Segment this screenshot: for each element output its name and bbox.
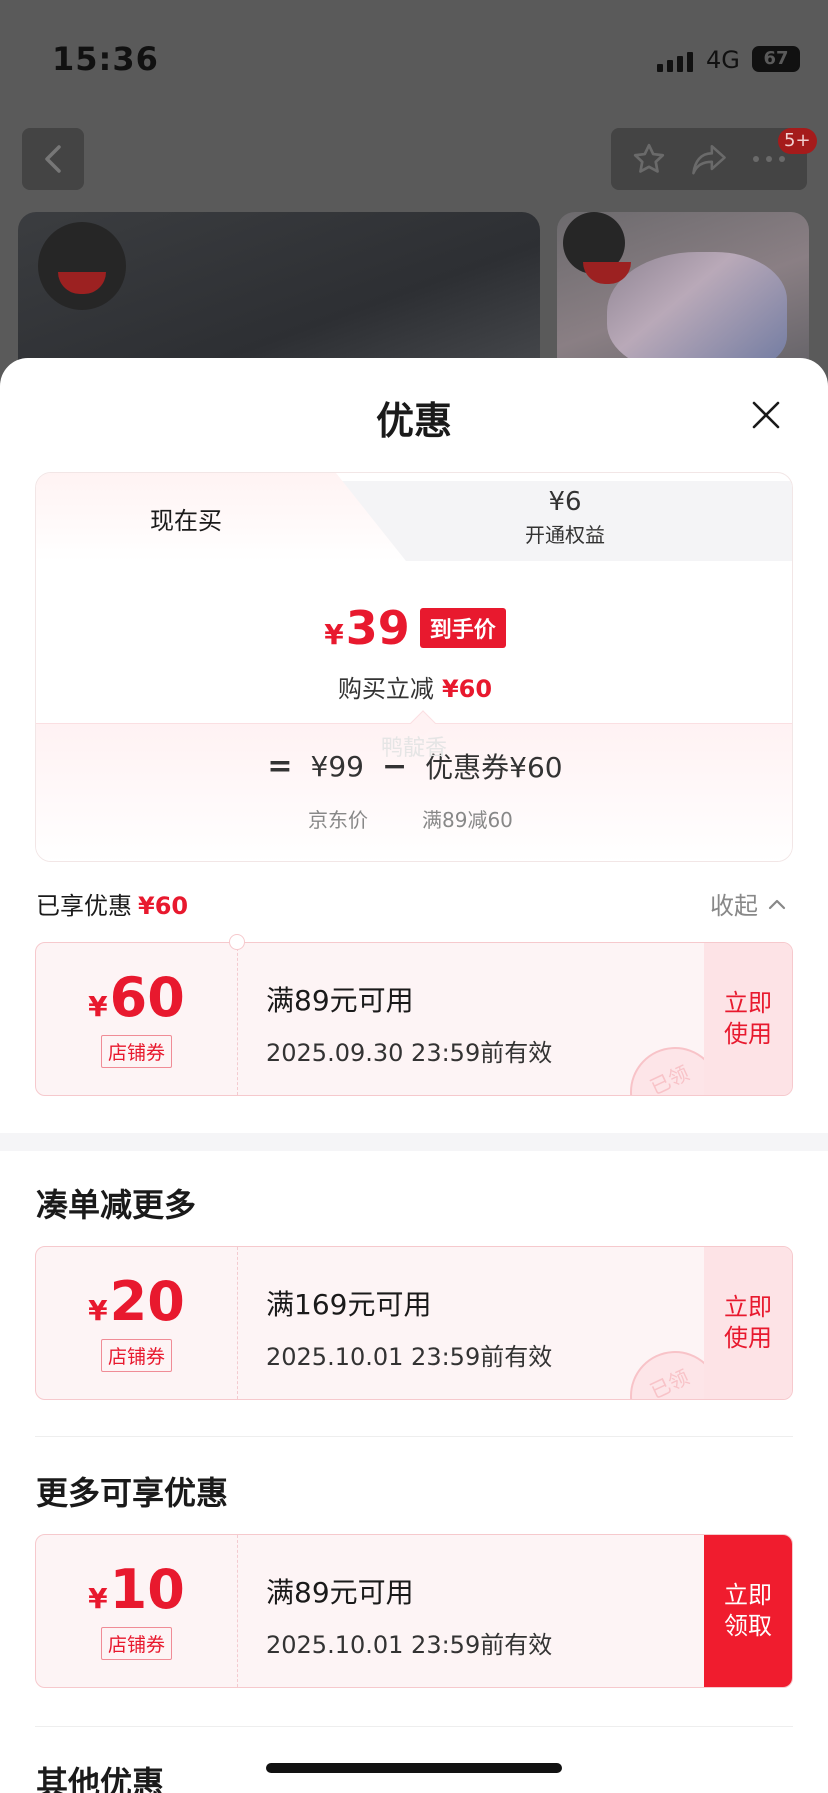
enjoyed-discount: 已享优惠 ¥60 (36, 892, 189, 920)
chevron-up-icon (768, 899, 786, 909)
use-now-button[interactable]: 立即 使用 (704, 943, 792, 1095)
home-indicator[interactable] (266, 1763, 562, 1773)
section-title-more-order: 凑单减更多 (36, 1186, 197, 1224)
battery-icon: 67 (752, 46, 800, 72)
claim-now-button[interactable]: 立即 领取 (704, 1535, 792, 1687)
final-price-value: ¥39 (324, 601, 410, 655)
section-title-other: 其他优惠 (36, 1764, 165, 1793)
coupon-expiry: 2025.10.01 23:59前有效 (266, 1343, 553, 1371)
collapse-button[interactable]: 收起 (710, 886, 786, 921)
tab-buy-now-label: 现在买 (150, 507, 222, 535)
signal-icon (657, 50, 693, 72)
tab-membership-label: 开通权益 (525, 523, 605, 547)
shoe-image (607, 252, 787, 372)
status-bar: 15:36 4G 67 (0, 0, 828, 110)
coupon-condition: 满169元可用 (266, 1288, 432, 1321)
jd-price-label: 京东价 (308, 808, 368, 832)
coupon-type-badge: 店铺券 (100, 1626, 172, 1660)
close-icon (752, 401, 780, 429)
close-button[interactable] (745, 394, 787, 436)
tab-membership-price: ¥6 (548, 487, 582, 517)
section-divider (0, 1133, 828, 1151)
final-price-tag: 到手价 (419, 608, 506, 648)
sheet-title: 优惠 (375, 399, 452, 443)
coupon-amount: ¥60 (88, 965, 185, 1029)
price-card: ¥6 开通权益 现在买 ¥39 到手价 购买立减 ¥60 = ¥99 − 优惠券¥… (35, 472, 793, 862)
share-icon[interactable] (685, 135, 733, 183)
discount-sheet: 优惠 ¥6 开通权益 现在买 ¥39 到手价 购买立减 ¥60 = ¥99 − 优… (0, 358, 828, 1793)
brand-logo (38, 222, 126, 310)
instant-discount: 购买立减 ¥60 (337, 675, 493, 703)
coupon-card: ¥60 店铺券 满89元可用 2025.09.30 23:59前有效 已领 立即… (35, 942, 793, 1096)
coupon-amount: ¥20 (88, 1269, 185, 1333)
notification-badge: 5+ (778, 128, 817, 154)
back-button[interactable] (22, 128, 84, 190)
coupon-amount: ¥10 (88, 1557, 185, 1621)
star-icon[interactable] (625, 135, 673, 183)
coupon-type-badge: 店铺券 (100, 1338, 172, 1372)
coupon-card: ¥10 店铺券 满89元可用 2025.10.01 23:59前有效 立即 领取 (35, 1534, 793, 1688)
coupon-type-badge: 店铺券 (100, 1034, 172, 1068)
divider (35, 1436, 793, 1437)
final-price: ¥39 到手价 (36, 601, 792, 655)
divider (35, 1726, 793, 1727)
section-title-more-offers: 更多可享优惠 (36, 1474, 229, 1512)
network-type: 4G (706, 46, 740, 74)
coupon-condition: 满89元可用 (266, 984, 414, 1017)
coupon-card: ¥20 店铺券 满169元可用 2025.10.01 23:59前有效 已领 立… (35, 1246, 793, 1400)
use-now-button[interactable]: 立即 使用 (704, 1247, 792, 1399)
chevron-left-icon (45, 145, 61, 173)
watermark: 鸭靛香 (380, 736, 447, 761)
coupon-expiry: 2025.09.30 23:59前有效 (266, 1039, 553, 1067)
coupon-notch (229, 934, 245, 950)
coupon-condition: 满89元可用 (266, 1576, 414, 1609)
brand-logo-small (563, 212, 631, 284)
status-time: 15:36 (52, 40, 159, 78)
coupon-rule-label: 满89减60 (422, 808, 513, 832)
coupon-expiry: 2025.10.01 23:59前有效 (266, 1631, 553, 1659)
